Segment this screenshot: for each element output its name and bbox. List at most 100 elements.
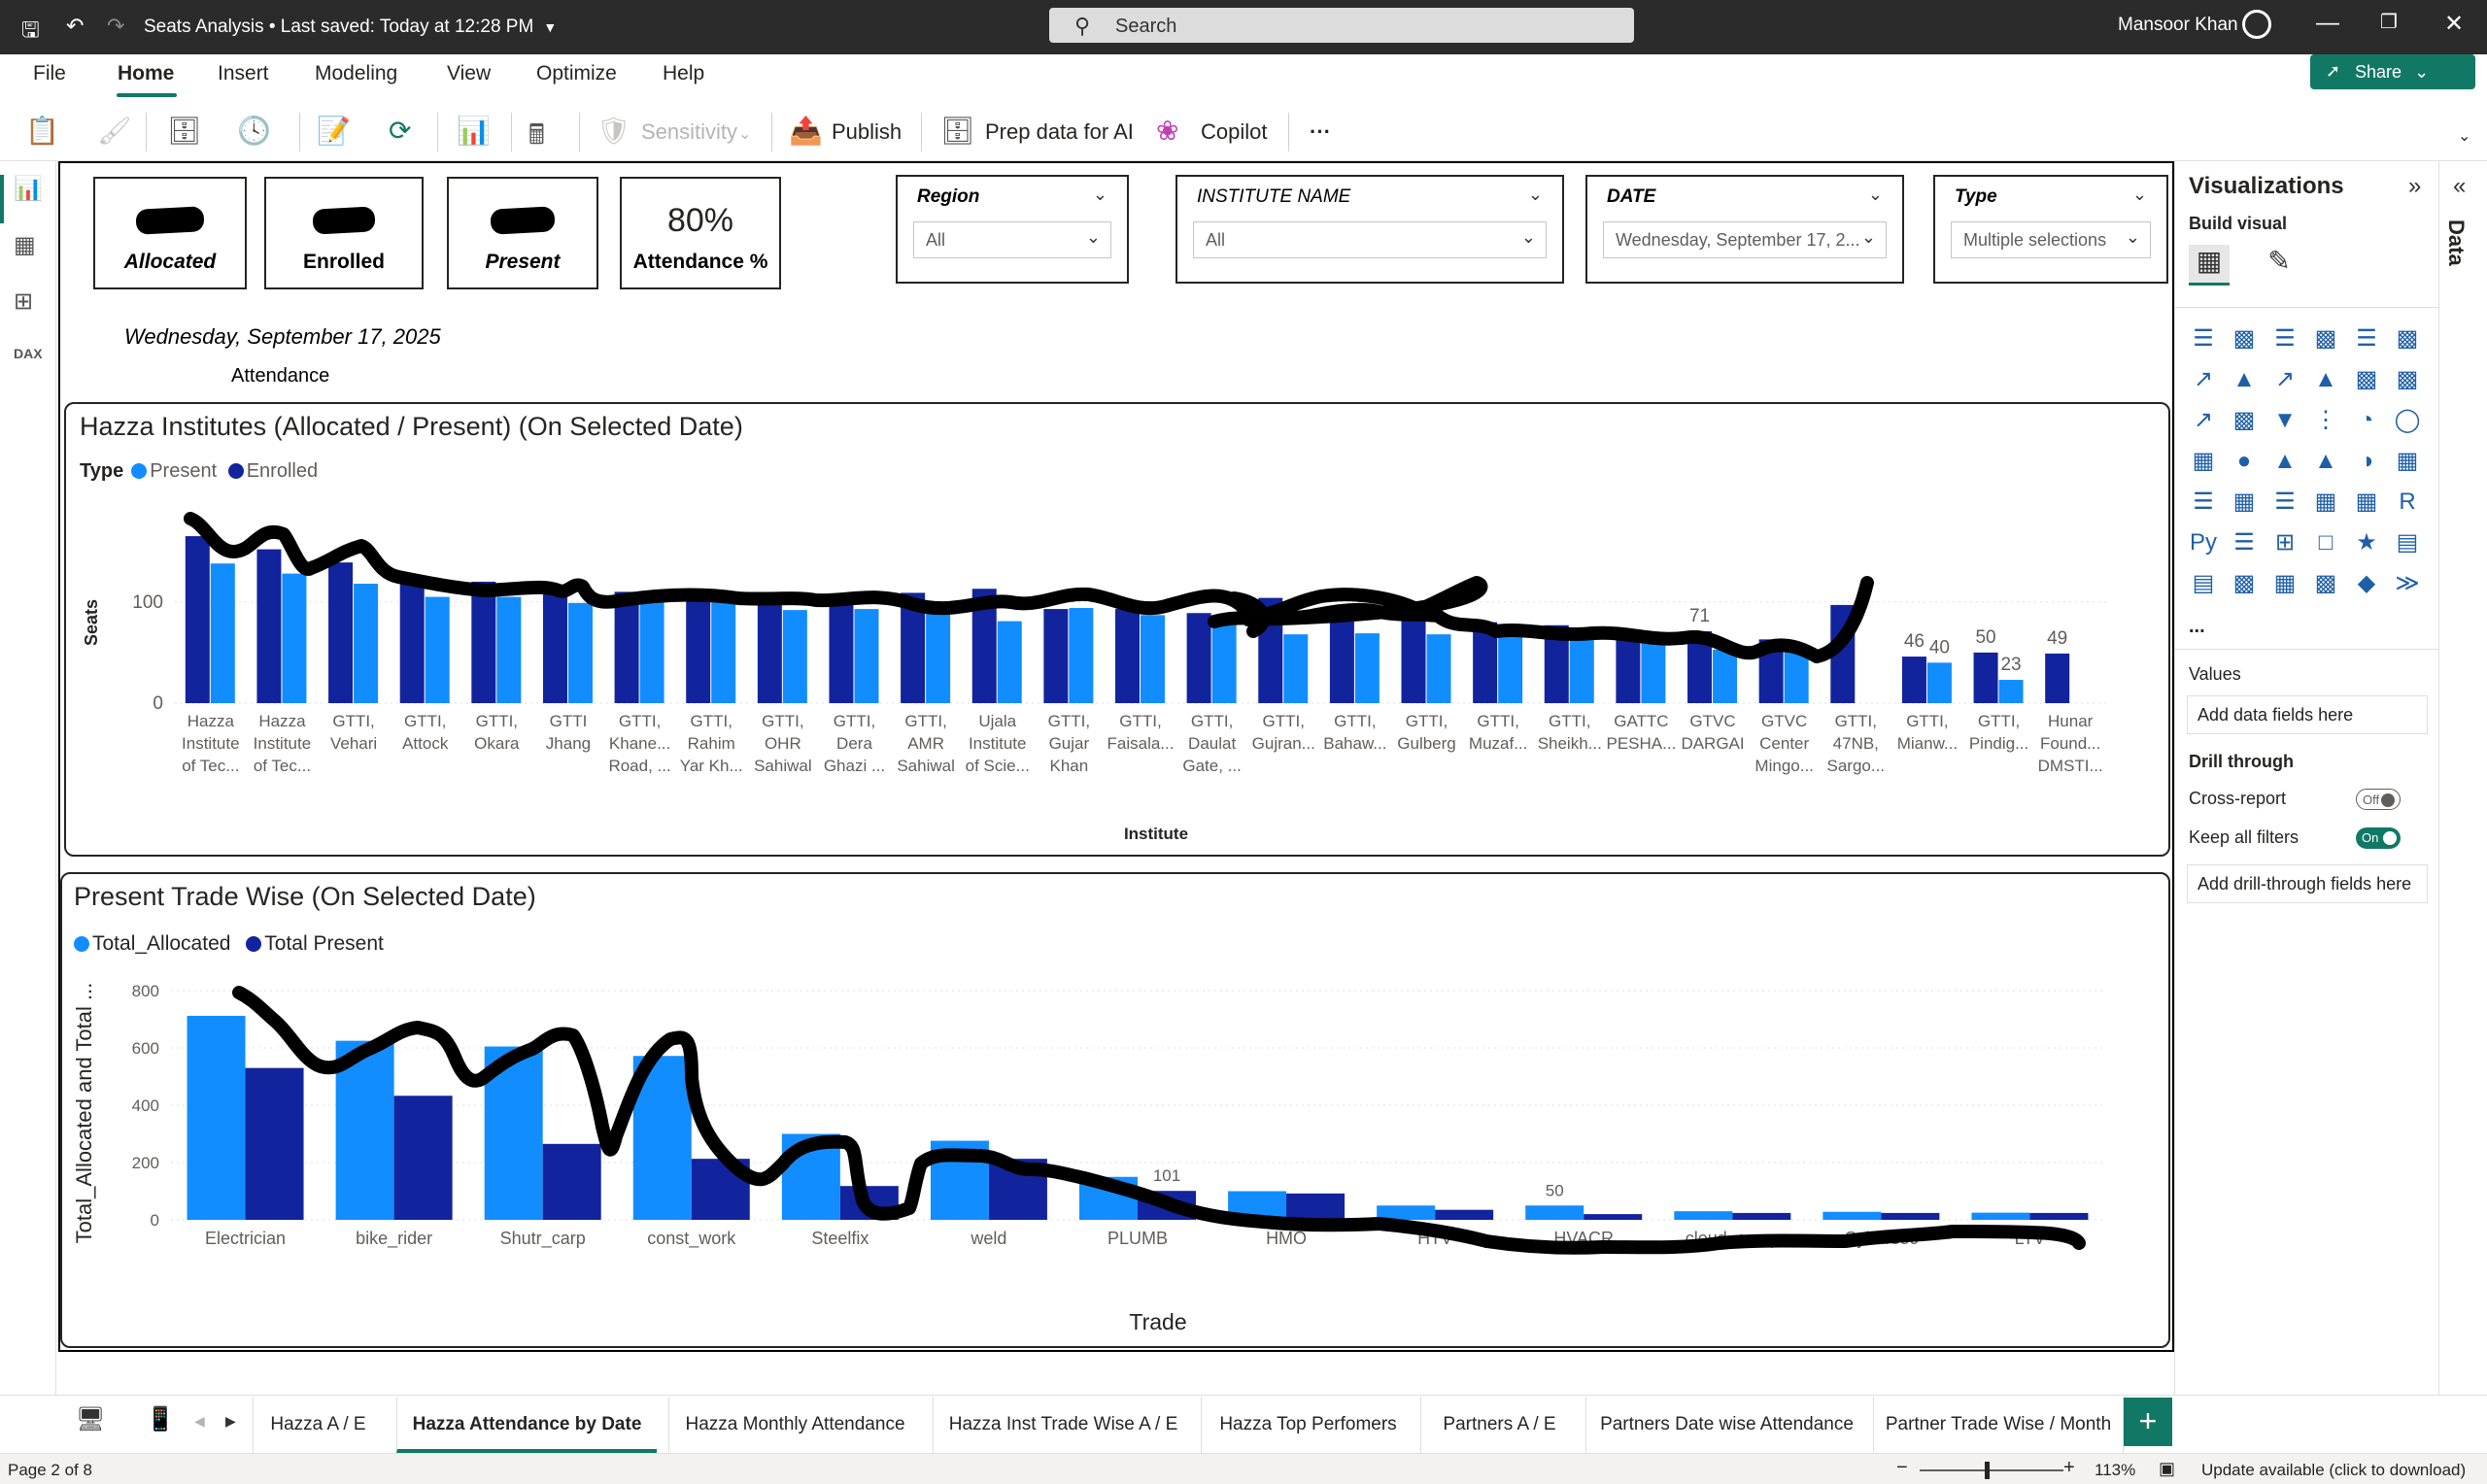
zoom-slider-handle[interactable] bbox=[1985, 1462, 1990, 1479]
chevron-down-icon[interactable]: ⌄ bbox=[2132, 185, 2147, 205]
line-chart-icon[interactable]: ↗ bbox=[2187, 363, 2220, 396]
more-chevron-icon[interactable]: ≫ bbox=[2391, 567, 2424, 600]
power-apps-icon[interactable]: ▩ bbox=[2228, 567, 2261, 600]
r-visual-icon[interactable]: R bbox=[2391, 486, 2424, 519]
page-tab[interactable]: Hazza A / E bbox=[253, 1397, 383, 1453]
kpi-icon[interactable]: ▦ bbox=[2228, 486, 2261, 519]
cross-report-toggle[interactable]: Off bbox=[2356, 789, 2401, 810]
copilot-icon[interactable]: ❀ bbox=[1156, 115, 1178, 147]
region-slicer[interactable]: Region ⌄ All ⌄ bbox=[896, 175, 1129, 284]
dax-query-icon[interactable]: DAX bbox=[14, 346, 43, 361]
filled-map-icon[interactable]: ▲ bbox=[2268, 445, 2301, 478]
present-card[interactable]: Present bbox=[447, 177, 598, 289]
refresh-icon[interactable]: ⟳ bbox=[389, 115, 411, 147]
sensitivity-button[interactable]: Sensitivity bbox=[641, 119, 737, 145]
card-icon[interactable]: ▦ bbox=[2391, 445, 2424, 478]
get-data-icon[interactable]: 🗄 bbox=[167, 115, 202, 147]
python-visual-icon[interactable]: Py bbox=[2187, 526, 2220, 559]
page-tab[interactable]: Hazza Inst Trade Wise A / E bbox=[933, 1397, 1193, 1453]
avatar[interactable] bbox=[2242, 10, 2271, 39]
undo-icon[interactable]: ↶ bbox=[66, 14, 84, 39]
page-tab[interactable]: Hazza Top Perfomers bbox=[1201, 1397, 1414, 1453]
key-influencers-icon[interactable]: ☰ bbox=[2228, 526, 2261, 559]
matrix-icon[interactable]: ▦ bbox=[2350, 486, 2383, 519]
chevron-down-icon[interactable]: ⌄ bbox=[1093, 185, 1107, 205]
collapse-ribbon-icon[interactable]: ⌄ bbox=[2458, 126, 2470, 146]
update-notice[interactable]: Update available (click to download) bbox=[2201, 1461, 2466, 1480]
new-measure-icon[interactable]: 🖩 bbox=[528, 115, 545, 161]
decomposition-tree-icon[interactable]: ⊞ bbox=[2268, 526, 2301, 559]
minimize-icon[interactable]: — bbox=[2316, 10, 2339, 37]
100-column-icon[interactable]: ▩ bbox=[2391, 322, 2424, 355]
keep-all-filters-toggle[interactable]: On bbox=[2356, 827, 2401, 849]
paste-icon[interactable]: 📋 bbox=[25, 115, 59, 147]
narrative-icon[interactable]: ★ bbox=[2350, 526, 2383, 559]
goals-icon[interactable]: ▤ bbox=[2391, 526, 2424, 559]
region-dropdown[interactable]: All ⌄ bbox=[913, 221, 1111, 258]
chevron-down-icon[interactable]: ⌄ bbox=[1528, 185, 1543, 205]
page-tab[interactable]: Partners A / E bbox=[1420, 1397, 1578, 1453]
diamond-visual-icon[interactable]: ◆ bbox=[2350, 567, 2383, 600]
line-column-icon[interactable]: ▩ bbox=[2350, 363, 2383, 396]
menu-insert[interactable]: Insert bbox=[218, 62, 269, 85]
institutes-chart[interactable]: Hazza Institutes (Allocated / Present) (… bbox=[64, 402, 2170, 857]
menu-view[interactable]: View bbox=[447, 62, 491, 85]
page-tab[interactable]: Hazza Monthly Attendance bbox=[668, 1397, 921, 1453]
scroll-right-icon[interactable]: ▶ bbox=[225, 1413, 236, 1430]
area-chart-icon[interactable]: ▲ bbox=[2228, 363, 2261, 396]
date-dropdown[interactable]: Wednesday, September 17, 2... ⌄ bbox=[1603, 221, 1887, 258]
page-tab-active[interactable]: Hazza Attendance by Date bbox=[396, 1397, 657, 1453]
page-tab[interactable]: Partner Trade Wise / Month bbox=[1873, 1397, 2124, 1453]
ribbon-area-icon[interactable]: ▲ bbox=[2309, 363, 2342, 396]
clustered-bar-icon[interactable]: ☰ bbox=[2268, 322, 2301, 355]
save-icon[interactable]: 🖫 bbox=[21, 14, 40, 51]
scroll-left-icon[interactable]: ◀ bbox=[194, 1413, 205, 1430]
clustered-column-icon[interactable]: ▩ bbox=[2309, 322, 2342, 355]
more-options-icon[interactable]: ··· bbox=[1310, 119, 1331, 145]
expand-pane-icon[interactable]: « bbox=[2453, 173, 2466, 200]
search-box[interactable]: ⚲ Search bbox=[1049, 8, 1634, 43]
document-title[interactable]: Seats Analysis • Last saved: Today at 12… bbox=[144, 17, 557, 38]
stacked-area-icon[interactable]: ↗ bbox=[2268, 363, 2301, 396]
publish-icon[interactable]: 📤 bbox=[789, 115, 823, 147]
zoom-slider[interactable] bbox=[1920, 1469, 2063, 1471]
qa-icon[interactable]: □ bbox=[2309, 526, 2342, 559]
menu-optimize[interactable]: Optimize bbox=[536, 62, 617, 85]
page-tab[interactable]: Partners Date wise Attendance bbox=[1585, 1397, 1867, 1453]
table-view-icon[interactable]: ▦ bbox=[14, 231, 36, 259]
pie-chart-icon[interactable]: ◔ bbox=[2350, 404, 2383, 437]
recent-sources-icon[interactable]: 🕓 bbox=[237, 115, 271, 147]
menu-home[interactable]: Home bbox=[118, 62, 174, 85]
institute-slicer[interactable]: INSTITUTE NAME ⌄ All ⌄ bbox=[1175, 175, 1564, 284]
format-visual-tab[interactable]: ✎ bbox=[2259, 245, 2300, 286]
prep-data-button[interactable]: Prep data for AI bbox=[985, 119, 1134, 145]
table-icon[interactable]: ▦ bbox=[2309, 486, 2342, 519]
menu-file[interactable]: File bbox=[33, 62, 66, 85]
funnel-icon[interactable]: ▼ bbox=[2268, 404, 2301, 437]
close-icon[interactable]: ✕ bbox=[2444, 10, 2464, 38]
collapse-pane-icon[interactable]: » bbox=[2408, 173, 2421, 200]
transform-data-icon[interactable]: 📝 bbox=[317, 115, 351, 147]
more-visuals-button[interactable]: ... bbox=[2189, 616, 2205, 638]
build-visual-tab[interactable]: ▦ bbox=[2189, 245, 2230, 286]
dashboard-icon[interactable]: ▩ bbox=[2309, 567, 2342, 600]
drill-through-well[interactable]: Add drill-through fields here bbox=[2187, 864, 2428, 903]
zoom-in-icon[interactable]: + bbox=[2063, 1457, 2075, 1479]
ribbon-chart-icon[interactable]: ↗ bbox=[2187, 404, 2220, 437]
100-bar-icon[interactable]: ☰ bbox=[2350, 322, 2383, 355]
stacked-column-icon[interactable]: ▩ bbox=[2228, 322, 2261, 355]
format-painter-icon[interactable]: 🖌 bbox=[97, 115, 132, 147]
data-pane-rail[interactable]: « Data bbox=[2438, 161, 2487, 1395]
prep-data-icon[interactable]: 🗄 bbox=[940, 115, 975, 147]
publish-button[interactable]: Publish bbox=[832, 119, 902, 145]
line-clustered-column-icon[interactable]: ▩ bbox=[2391, 363, 2424, 396]
values-well[interactable]: Add data fields here bbox=[2187, 695, 2428, 734]
slicer-icon[interactable]: ☰ bbox=[2268, 486, 2301, 519]
desktop-layout-icon[interactable]: 🖥 bbox=[76, 1405, 105, 1433]
fit-to-page-icon[interactable]: ▣ bbox=[2159, 1459, 2175, 1479]
allocated-card[interactable]: Allocated bbox=[93, 177, 247, 289]
institute-dropdown[interactable]: All ⌄ bbox=[1193, 221, 1547, 258]
stacked-bar-icon[interactable]: ☰ bbox=[2187, 322, 2220, 355]
azure-map-icon[interactable]: ▲ bbox=[2309, 445, 2342, 478]
type-slicer[interactable]: Type ⌄ Multiple selections ⌄ bbox=[1933, 175, 2168, 284]
